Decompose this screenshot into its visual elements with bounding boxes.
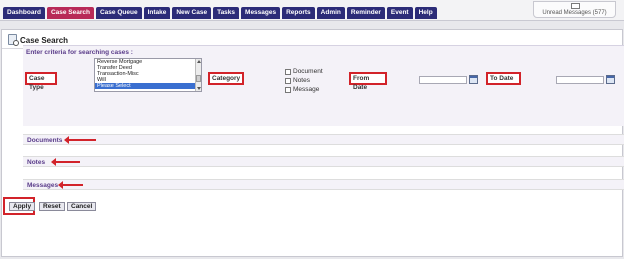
unread-messages-indicator[interactable]: Unread Messages (577): [533, 1, 616, 18]
message-checkbox-label: Message: [293, 86, 320, 93]
scroll-thumb[interactable]: [196, 75, 201, 82]
message-checkbox-row[interactable]: Message: [285, 86, 319, 93]
apply-button[interactable]: Apply: [9, 202, 36, 211]
tab-case-search[interactable]: Case Search: [46, 7, 94, 19]
tab-help[interactable]: Help: [414, 7, 437, 19]
document-checkbox-row[interactable]: Document: [285, 68, 323, 75]
tab-case-queue[interactable]: Case Queue: [95, 7, 142, 19]
notes-section-header[interactable]: Notes: [23, 156, 624, 167]
messages-section-label: Messages: [27, 182, 59, 189]
notes-section-label: Notes: [27, 159, 46, 166]
unread-messages-label: Unread Messages (577): [542, 10, 607, 16]
to-date-input[interactable]: [556, 76, 604, 84]
tab-reports[interactable]: Reports: [282, 7, 315, 19]
tab-intake[interactable]: Intake: [143, 7, 171, 19]
notes-checkbox-label: Notes: [293, 77, 310, 84]
messages-arrow-annotation: [58, 181, 83, 189]
from-date-calendar-icon[interactable]: [469, 75, 478, 84]
notes-checkbox-row[interactable]: Notes: [285, 77, 310, 84]
category-label: Category: [208, 72, 244, 85]
search-document-icon: [8, 34, 19, 46]
case-type-label: Case Type: [25, 72, 57, 91]
case-type-listbox[interactable]: Reverse Mortgage Transfer Deed Transacti…: [94, 58, 202, 92]
document-checkbox[interactable]: [285, 68, 291, 75]
envelope-icon: [571, 3, 580, 9]
message-checkbox[interactable]: [285, 86, 291, 93]
tab-tasks[interactable]: Tasks: [213, 7, 240, 19]
notes-arrow-annotation: [51, 158, 80, 166]
tab-new-case[interactable]: New Case: [172, 7, 212, 19]
tab-dashboard[interactable]: Dashboard: [3, 7, 45, 19]
document-checkbox-label: Document: [293, 68, 323, 75]
documents-arrow-annotation: [64, 136, 96, 144]
to-date-label: To Date: [486, 72, 521, 85]
tab-list: Dashboard Case Search Case Queue Intake …: [3, 7, 437, 19]
tab-admin[interactable]: Admin: [316, 7, 345, 19]
documents-section-label: Documents: [27, 137, 63, 144]
criteria-title: Enter criteria for searching cases :: [26, 49, 133, 56]
cancel-button[interactable]: Cancel: [67, 202, 97, 211]
case-type-option-selected[interactable]: Please Select: [95, 83, 201, 89]
listbox-scrollbar[interactable]: [195, 59, 201, 91]
search-criteria-section: Enter criteria for searching cases : Cas…: [23, 45, 624, 126]
messages-section-header[interactable]: Messages: [23, 179, 624, 190]
tab-reminder[interactable]: Reminder: [346, 7, 385, 19]
from-date-input[interactable]: [419, 76, 467, 84]
scroll-down-icon[interactable]: [197, 87, 201, 90]
from-date-label: From Date: [349, 72, 387, 91]
top-nav-bar: Dashboard Case Search Case Queue Intake …: [0, 0, 624, 21]
documents-section-header[interactable]: Documents: [23, 134, 624, 145]
tab-event[interactable]: Event: [386, 7, 413, 19]
tab-messages[interactable]: Messages: [241, 7, 281, 19]
to-date-calendar-icon[interactable]: [606, 75, 615, 84]
page-title: Case Search: [20, 36, 69, 45]
notes-checkbox[interactable]: [285, 77, 291, 84]
reset-button[interactable]: Reset: [39, 202, 65, 211]
scroll-up-icon[interactable]: [197, 60, 201, 63]
